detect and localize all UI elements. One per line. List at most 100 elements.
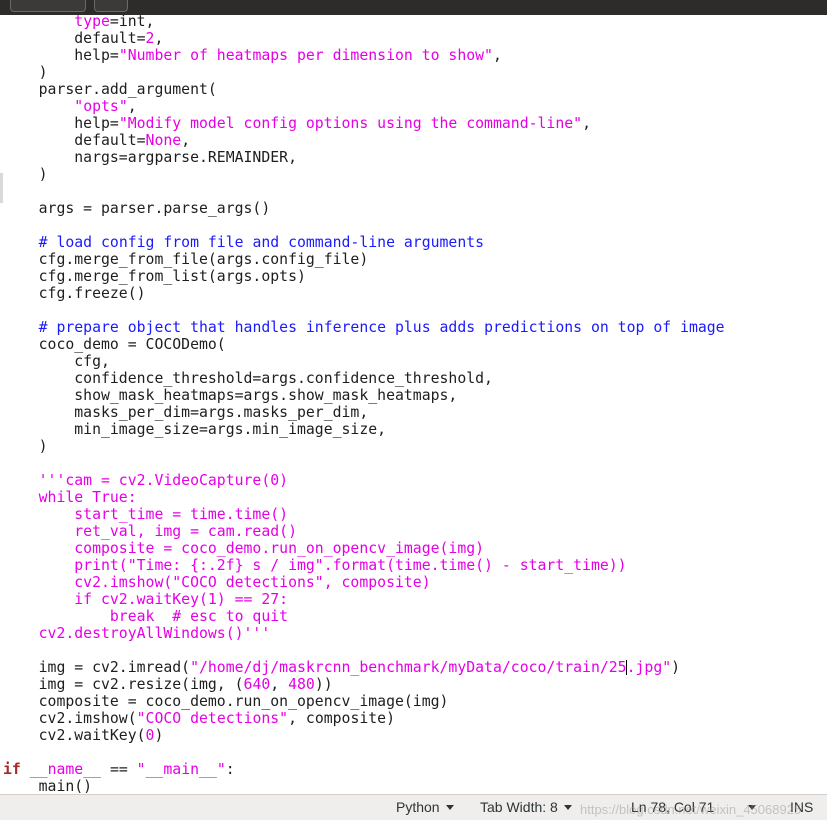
code-line[interactable]: cv2.imshow("COCO detections", composite) bbox=[3, 710, 725, 727]
code-line[interactable]: coco_demo = COCODemo( bbox=[3, 336, 725, 353]
language-selector[interactable]: Python bbox=[396, 795, 454, 820]
code-line[interactable]: "opts", bbox=[3, 98, 725, 115]
code-token: =int, bbox=[109, 15, 155, 30]
code-line[interactable]: cfg.merge_from_list(args.opts) bbox=[3, 268, 725, 285]
code-line[interactable]: if __name__ == "__main__": bbox=[3, 761, 725, 778]
code-token: if cv2.waitKey(1) == 27: bbox=[3, 591, 289, 608]
code-line[interactable]: cv2.imshow("COCO detections", composite) bbox=[3, 574, 725, 591]
code-token: ) bbox=[3, 166, 48, 183]
code-token: print("Time: {:.2f} s / img".format(time… bbox=[3, 557, 627, 574]
code-token: while True: bbox=[3, 489, 137, 506]
code-token: start_time = time.time() bbox=[3, 506, 289, 523]
code-token: ) bbox=[3, 438, 48, 455]
code-line[interactable]: ) bbox=[3, 64, 725, 81]
code-line[interactable]: print("Time: {:.2f} s / img".format(time… bbox=[3, 557, 725, 574]
code-token: )) bbox=[314, 676, 333, 693]
code-line[interactable]: cfg.freeze() bbox=[3, 285, 725, 302]
document-tab[interactable] bbox=[10, 0, 86, 12]
code-line[interactable]: composite = coco_demo.run_on_opencv_imag… bbox=[3, 540, 725, 557]
code-line[interactable]: break # esc to quit bbox=[3, 608, 725, 625]
code-token: default= bbox=[3, 132, 146, 149]
watermark: https://blog.csdn.net/weixin_45068925 bbox=[580, 802, 802, 817]
code-line[interactable]: ret_val, img = cam.read() bbox=[3, 523, 725, 540]
code-line[interactable]: default=2, bbox=[3, 30, 725, 47]
chevron-down-icon bbox=[445, 805, 454, 810]
code-token: cfg.freeze() bbox=[3, 285, 146, 302]
code-line[interactable]: help="Modify model config options using … bbox=[3, 115, 725, 132]
language-label: Python bbox=[396, 799, 440, 815]
code-token: "__main__" bbox=[136, 761, 226, 778]
code-token: ) bbox=[3, 64, 48, 81]
code-line[interactable]: confidence_threshold=args.confidence_thr… bbox=[3, 370, 725, 387]
code-line[interactable]: cfg, bbox=[3, 353, 725, 370]
code-line[interactable]: masks_per_dim=args.masks_per_dim, bbox=[3, 404, 725, 421]
code-token: type bbox=[74, 15, 110, 30]
code-line[interactable]: # prepare object that handles inference … bbox=[3, 319, 725, 336]
code-token: help= bbox=[3, 115, 119, 132]
code-line[interactable]: # load config from file and command-line… bbox=[3, 234, 725, 251]
code-line[interactable]: ) bbox=[3, 166, 725, 183]
code-line[interactable]: parser.add_argument( bbox=[3, 81, 725, 98]
code-token: main() bbox=[3, 778, 93, 795]
code-line[interactable]: while True: bbox=[3, 489, 725, 506]
code-token: cv2.imshow( bbox=[3, 710, 137, 727]
document-tab-secondary[interactable] bbox=[94, 0, 128, 12]
code-line[interactable]: main() bbox=[3, 778, 725, 795]
code-line[interactable] bbox=[3, 744, 725, 761]
code-token: args = parser.parse_args() bbox=[3, 200, 271, 217]
code-token: , bbox=[127, 98, 137, 115]
code-line[interactable] bbox=[3, 183, 725, 200]
code-token: composite = coco_demo.run_on_opencv_imag… bbox=[3, 693, 449, 710]
code-line[interactable]: default=None, bbox=[3, 132, 725, 149]
code-token: if bbox=[3, 761, 21, 778]
code-token: "/home/dj/maskrcnn_benchmark/myData/coco… bbox=[190, 659, 627, 676]
code-token: cv2.destroyAllWindows()''' bbox=[3, 625, 271, 642]
code-token: .jpg" bbox=[626, 659, 672, 676]
gedit-window: type=int, default=2, help="Number of hea… bbox=[0, 0, 827, 820]
code-token: , bbox=[582, 115, 591, 132]
code-token: cfg, bbox=[3, 353, 110, 370]
code-token: default= bbox=[3, 30, 146, 47]
code-line[interactable]: help="Number of heatmaps per dimension t… bbox=[3, 47, 725, 64]
code-token: ) bbox=[671, 659, 681, 676]
code-token: 480 bbox=[288, 676, 315, 693]
code-line[interactable]: args = parser.parse_args() bbox=[3, 200, 725, 217]
tab-width-selector[interactable]: Tab Width: 8 bbox=[480, 795, 572, 820]
code-line[interactable] bbox=[3, 302, 725, 319]
code-line[interactable] bbox=[3, 455, 725, 472]
code-line[interactable] bbox=[3, 642, 725, 659]
tab-bar bbox=[0, 0, 827, 15]
code-line[interactable]: cv2.waitKey(0) bbox=[3, 727, 725, 744]
code-editor[interactable]: type=int, default=2, help="Number of hea… bbox=[0, 15, 827, 795]
code-token: coco_demo = COCODemo( bbox=[3, 336, 226, 353]
code-line[interactable]: ) bbox=[3, 438, 725, 455]
code-line[interactable] bbox=[3, 217, 725, 234]
code-token: confidence_threshold=args.confidence_thr… bbox=[3, 370, 493, 387]
code-line[interactable]: composite = coco_demo.run_on_opencv_imag… bbox=[3, 693, 725, 710]
code-line[interactable]: img = cv2.resize(img, (640, 480)) bbox=[3, 676, 725, 693]
code-line[interactable]: img = cv2.imread("/home/dj/maskrcnn_benc… bbox=[3, 659, 725, 676]
code-line[interactable]: type=int, bbox=[3, 15, 725, 30]
code-line[interactable]: '''cam = cv2.VideoCapture(0) bbox=[3, 472, 725, 489]
code-token: nargs=argparse.REMAINDER, bbox=[3, 149, 297, 166]
code-line[interactable]: if cv2.waitKey(1) == 27: bbox=[3, 591, 725, 608]
code-token: "COCO detections" bbox=[136, 710, 289, 727]
code-token: cv2.imshow("COCO detections", composite) bbox=[3, 574, 431, 591]
code-line[interactable]: cv2.destroyAllWindows()''' bbox=[3, 625, 725, 642]
code-line[interactable]: start_time = time.time() bbox=[3, 506, 725, 523]
code-token: masks_per_dim=args.masks_per_dim, bbox=[3, 404, 369, 421]
code-token: # prepare object that handles inference … bbox=[38, 319, 725, 336]
code-text[interactable]: type=int, default=2, help="Number of hea… bbox=[3, 15, 725, 795]
code-line[interactable]: min_image_size=args.min_image_size, bbox=[3, 421, 725, 438]
code-token: cv2.waitKey( bbox=[3, 727, 146, 744]
code-token: show_mask_heatmaps=args.show_mask_heatma… bbox=[3, 387, 458, 404]
code-line[interactable]: show_mask_heatmaps=args.show_mask_heatma… bbox=[3, 387, 725, 404]
code-line[interactable]: nargs=argparse.REMAINDER, bbox=[3, 149, 725, 166]
code-token: "Number of heatmaps per dimension to sho… bbox=[118, 47, 493, 64]
code-token: parser.add_argument( bbox=[3, 81, 217, 98]
code-line[interactable]: cfg.merge_from_file(args.config_file) bbox=[3, 251, 725, 268]
